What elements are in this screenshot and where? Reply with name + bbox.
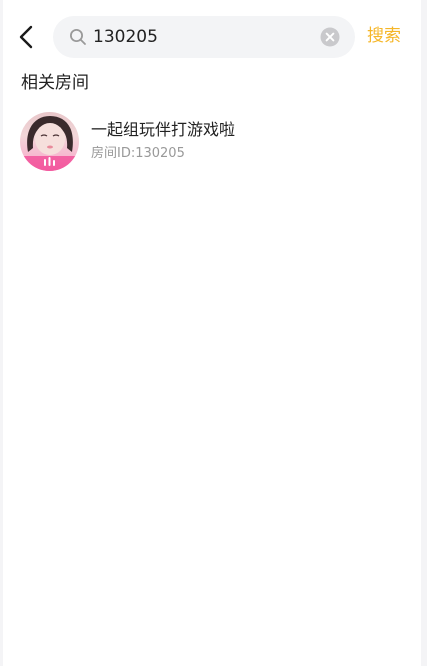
clear-circle-icon: [320, 27, 340, 47]
search-icon: [69, 28, 87, 46]
search-box[interactable]: [53, 16, 355, 58]
search-submit-button[interactable]: 搜索: [367, 24, 401, 48]
room-name: 一起组玩伴打游戏啦: [91, 120, 236, 139]
chevron-left-icon: [19, 25, 33, 49]
search-results-screen: 搜索 相关房间: [3, 0, 421, 666]
room-avatar: [20, 112, 79, 171]
search-header: 搜索: [3, 0, 421, 72]
room-id: 房间ID:130205: [91, 146, 185, 161]
room-list-item[interactable]: 一起组玩伴打游戏啦 房间ID:130205: [3, 110, 421, 176]
search-input[interactable]: [93, 25, 313, 49]
clear-search-button[interactable]: [320, 27, 340, 47]
section-title: 相关房间: [21, 73, 89, 93]
back-button[interactable]: [14, 21, 42, 53]
